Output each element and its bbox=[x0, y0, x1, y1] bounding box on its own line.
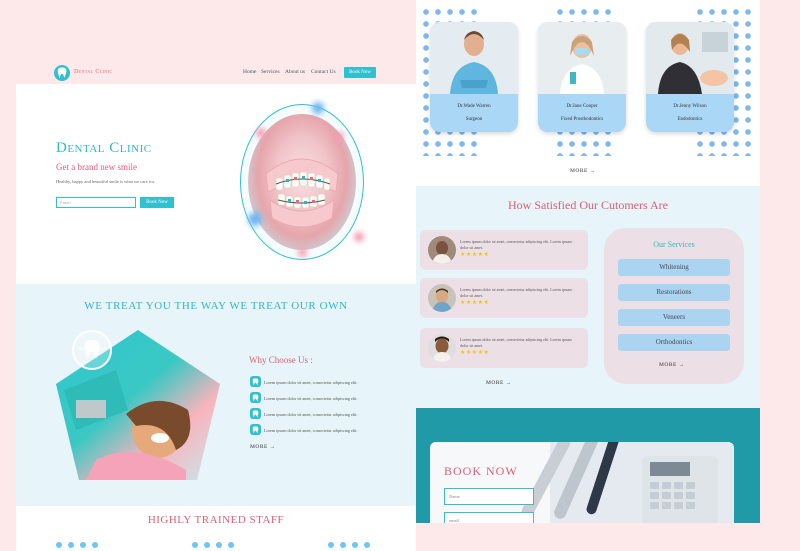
star-rating: ★★★★★ bbox=[460, 350, 490, 356]
tooth-logo-icon[interactable] bbox=[54, 65, 70, 81]
doctor-name: Dr.Jenny Wilson bbox=[673, 104, 707, 109]
tooth-icon bbox=[250, 408, 261, 419]
doctor-photo bbox=[646, 22, 734, 94]
nav-link-contact[interactable]: Contact Us bbox=[311, 69, 336, 75]
decor-dot bbox=[92, 542, 98, 548]
book-now-title: BOOK NOW bbox=[444, 464, 518, 478]
doctor-card[interactable]: Dr.Jenny Wilson Endodontics bbox=[646, 22, 734, 132]
stamp-text: Highly Qualified Doctors bbox=[78, 346, 106, 356]
decor-dot bbox=[364, 542, 370, 548]
decor-dot bbox=[334, 132, 344, 142]
staff-section-title: HIGHLY TRAINED STAFF bbox=[147, 514, 285, 526]
doctor-photo bbox=[430, 22, 518, 94]
navbar: Dental Clinic Home Services About us Con… bbox=[16, 62, 416, 84]
testimonials-more-link[interactable]: MORE → bbox=[486, 380, 512, 386]
service-veneers-button[interactable]: Veneers bbox=[618, 309, 730, 326]
decor-dot bbox=[216, 542, 222, 548]
hero-title: Dental Clinic bbox=[56, 140, 152, 156]
doctor-role: Endodontics bbox=[677, 117, 703, 122]
services-more-link[interactable]: MORE → bbox=[659, 362, 685, 368]
hero-description: Healthy, happy and beautiful smile is wh… bbox=[56, 179, 156, 184]
avatar bbox=[428, 334, 456, 362]
booking-name-input[interactable]: Name bbox=[444, 488, 534, 505]
decor-dot bbox=[352, 542, 358, 548]
decor-dot bbox=[80, 542, 86, 548]
testimonials-title: How Satisfied Our Cutomers Are bbox=[508, 198, 668, 212]
testimonial-card: Lorem ipsum dolor sit amet, consectetur … bbox=[420, 278, 588, 318]
doctor-card[interactable]: Dr.Wade Warren Surgeon bbox=[430, 22, 518, 132]
hero-book-now-button[interactable]: Book Now bbox=[140, 197, 174, 208]
nav-link-home[interactable]: Home bbox=[243, 69, 256, 75]
doctor-role: Fixed Prosthodontics bbox=[560, 117, 604, 122]
services-title: Our Services bbox=[653, 240, 695, 249]
decor-dot bbox=[204, 542, 210, 548]
testimonial-card: Lorem ipsum dolor sit amet, consectetur … bbox=[420, 230, 588, 270]
decor-dot bbox=[312, 102, 324, 114]
star-rating: ★★★★★ bbox=[460, 300, 490, 306]
testimonial-card: Lorem ipsum dolor sit amet, consectetur … bbox=[420, 328, 588, 368]
brand-name[interactable]: Dental Clinic bbox=[74, 69, 113, 75]
nav-book-now-button[interactable]: Book Now bbox=[344, 67, 376, 78]
why-item: Lorem ipsum dolor sit amet, consectetur … bbox=[264, 428, 358, 433]
why-choose-us-title: Why Choose Us : bbox=[249, 355, 313, 365]
background-panel bbox=[0, 0, 382, 62]
doctor-name: Dr.Wade Warren bbox=[457, 104, 491, 109]
decor-dot bbox=[228, 542, 234, 548]
avatar bbox=[428, 236, 456, 264]
hero-subtitle: Get a brand new smile bbox=[56, 162, 137, 172]
why-item: Lorem ipsum dolor sit amet, consectetur … bbox=[264, 412, 358, 417]
service-restorations-button[interactable]: Restorations bbox=[618, 284, 730, 301]
decor-dot bbox=[56, 542, 62, 548]
doctor-role: Surgeon bbox=[465, 117, 483, 122]
doctor-name: Dr.Jane Cooper bbox=[566, 104, 598, 109]
decor-dot bbox=[298, 248, 307, 257]
decor-dot bbox=[340, 542, 346, 548]
decor-dot bbox=[68, 542, 74, 548]
landing-page-preview-continued: Dr.Wade Warren Surgeon Dr.Jane Cooper Fi… bbox=[416, 0, 760, 523]
testimonial-text: Lorem ipsum dolor sit amet, consectetur … bbox=[460, 287, 572, 298]
tooth-icon bbox=[250, 424, 261, 435]
decor-dot bbox=[328, 542, 334, 548]
landing-page-preview: Dental Clinic Home Services About us Con… bbox=[16, 62, 416, 551]
doctor-card[interactable]: Dr.Jane Cooper Fixed Prosthodontics bbox=[538, 22, 626, 132]
star-rating: ★★★★★ bbox=[460, 252, 490, 258]
tooth-icon bbox=[250, 376, 261, 387]
decor-dot bbox=[354, 232, 364, 242]
services-panel: Our Services Whitening Restorations Vene… bbox=[604, 228, 744, 384]
decor-dot bbox=[256, 128, 266, 138]
testimonial-text: Lorem ipsum dolor sit amet, consectetur … bbox=[460, 337, 572, 348]
tooth-icon bbox=[250, 392, 261, 403]
why-item: Lorem ipsum dolor sit amet, consectetur … bbox=[264, 380, 358, 385]
doctors-more-link[interactable]: MORE → bbox=[570, 168, 596, 174]
hero-email-input[interactable]: Email bbox=[56, 197, 136, 208]
decor-dot bbox=[192, 542, 198, 548]
testimonial-text: Lorem ipsum dolor sit amet, consectetur … bbox=[460, 239, 572, 250]
nav-link-services[interactable]: Services bbox=[261, 69, 280, 75]
nav-link-about[interactable]: About us bbox=[285, 69, 305, 75]
booking-email-input[interactable]: email bbox=[444, 512, 534, 523]
decor-dot bbox=[248, 212, 262, 226]
booking-card bbox=[430, 442, 734, 523]
treat-title: WE TREAT YOU THE WAY WE TREAT OUR OWN bbox=[84, 300, 348, 312]
why-item: Lorem ipsum dolor sit amet, consectetur … bbox=[264, 396, 358, 401]
avatar bbox=[428, 284, 456, 312]
doctor-photo bbox=[538, 22, 626, 94]
service-orthodontics-button[interactable]: Orthodontics bbox=[618, 334, 730, 351]
service-whitening-button[interactable]: Whitening bbox=[618, 259, 730, 276]
why-more-link[interactable]: MORE → bbox=[250, 444, 276, 450]
